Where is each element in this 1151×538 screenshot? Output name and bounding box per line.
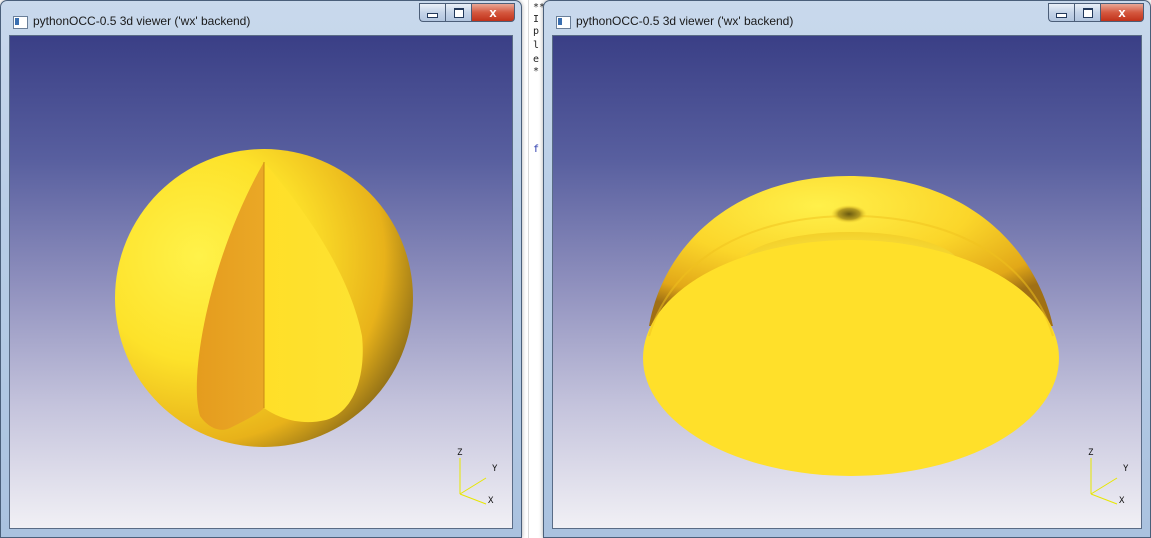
axis-x-label: X bbox=[488, 496, 494, 506]
sphere-wedge-render bbox=[115, 149, 413, 447]
editor-line: * bbox=[533, 66, 540, 77]
maximize-icon bbox=[453, 7, 464, 18]
maximize-button[interactable] bbox=[1074, 3, 1100, 22]
editor-line: l bbox=[533, 40, 540, 51]
axis-triedron: Z Y X bbox=[452, 446, 502, 506]
hemisphere-render bbox=[643, 176, 1059, 476]
app-icon[interactable] bbox=[556, 16, 571, 29]
caption-buttons: x bbox=[1048, 3, 1144, 23]
3d-viewport[interactable]: Z Y X bbox=[552, 35, 1142, 529]
axis-z-label: Z bbox=[457, 448, 463, 458]
close-button[interactable]: x bbox=[471, 3, 515, 22]
close-button[interactable]: x bbox=[1100, 3, 1144, 22]
axis-y-label: Y bbox=[1123, 464, 1129, 474]
caption-buttons: x bbox=[419, 3, 515, 23]
maximize-button[interactable] bbox=[445, 3, 471, 22]
base-ellipse bbox=[643, 240, 1059, 476]
minimize-button[interactable] bbox=[419, 3, 445, 22]
axis-x-label: X bbox=[1119, 496, 1125, 506]
dome-pole bbox=[831, 205, 867, 223]
editor-line: f bbox=[533, 144, 540, 155]
axis-y-label: Y bbox=[492, 464, 498, 474]
app-icon[interactable] bbox=[13, 16, 28, 29]
3d-viewport[interactable]: Z Y X bbox=[9, 35, 513, 529]
editor-line: p bbox=[533, 26, 540, 37]
title-bar[interactable]: pythonOCC-0.5 3d viewer ('wx' backend) x bbox=[544, 1, 1150, 33]
axis-z-label: Z bbox=[1088, 448, 1094, 458]
window-title: pythonOCC-0.5 3d viewer ('wx' backend) bbox=[576, 14, 794, 28]
viewer-window-left[interactable]: pythonOCC-0.5 3d viewer ('wx' backend) x bbox=[0, 0, 522, 538]
editor-line: e bbox=[533, 54, 540, 65]
minimize-icon bbox=[427, 12, 438, 18]
minimize-button[interactable] bbox=[1048, 3, 1074, 22]
window-title: pythonOCC-0.5 3d viewer ('wx' backend) bbox=[33, 14, 251, 28]
title-bar[interactable]: pythonOCC-0.5 3d viewer ('wx' backend) x bbox=[1, 1, 521, 33]
viewer-window-right[interactable]: pythonOCC-0.5 3d viewer ('wx' backend) x bbox=[543, 0, 1151, 538]
maximize-icon bbox=[1082, 7, 1093, 18]
editor-line: I bbox=[533, 14, 540, 25]
minimize-icon bbox=[1056, 12, 1067, 18]
axis-triedron: Z Y X bbox=[1083, 446, 1133, 506]
